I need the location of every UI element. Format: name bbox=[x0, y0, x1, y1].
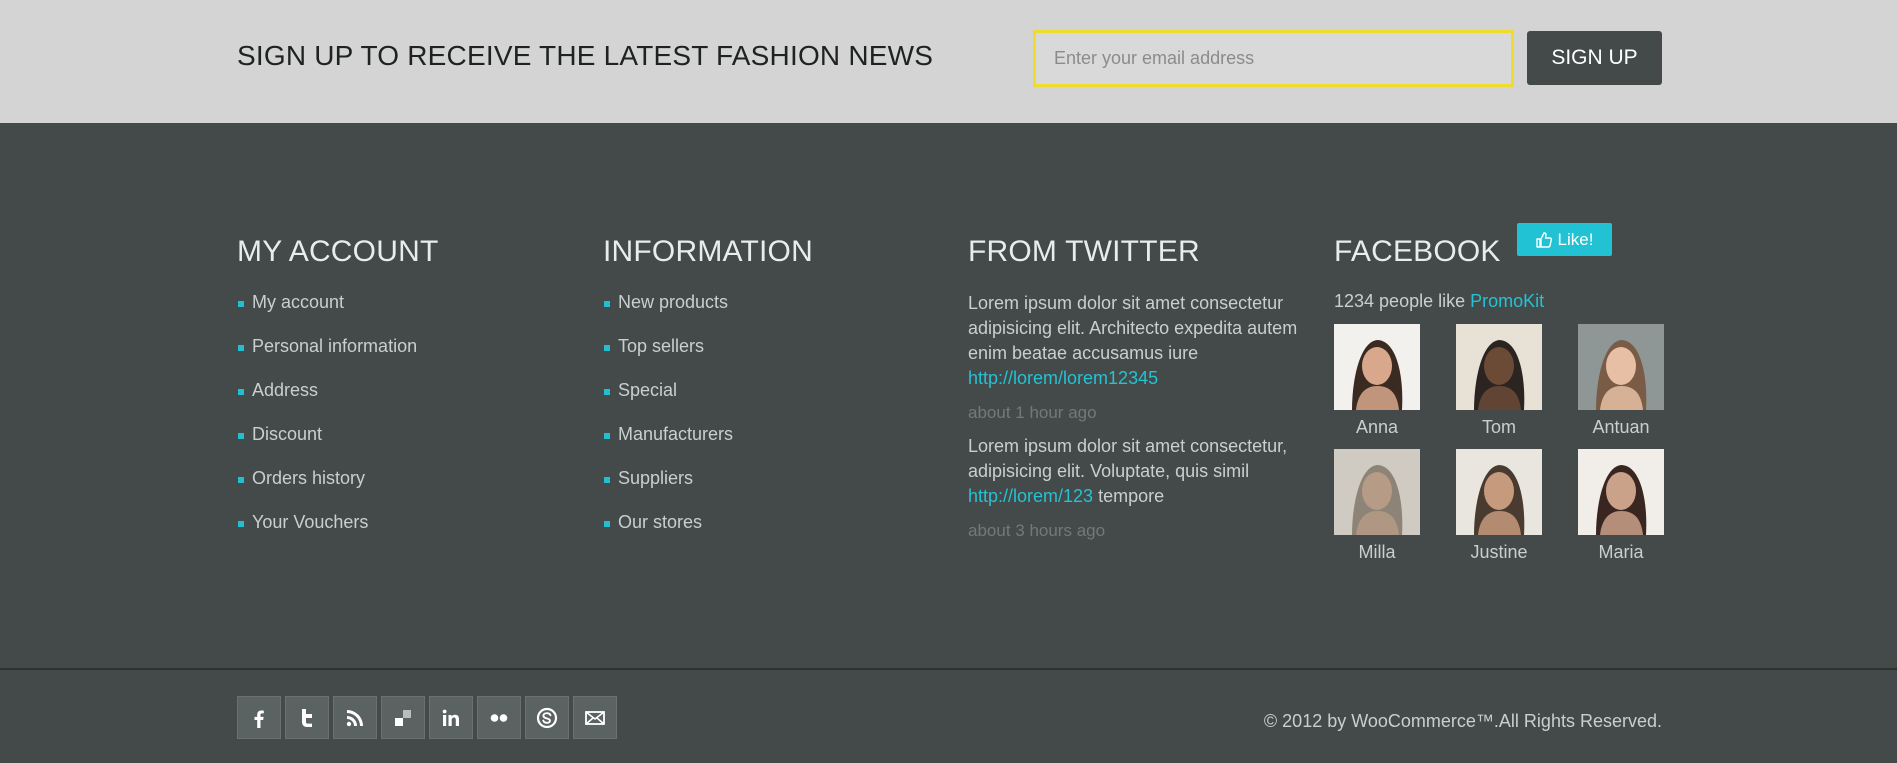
our-stores-link[interactable]: Our stores bbox=[603, 511, 813, 555]
tweet-time: about 1 hour ago bbox=[968, 403, 1097, 422]
bottom-bar: © 2012 by WooCommerce™.All Rights Reserv… bbox=[0, 670, 1897, 763]
tweet-list: Lorem ipsum dolor sit amet consectetur a… bbox=[968, 291, 1298, 541]
bullet-icon bbox=[238, 477, 244, 483]
thumbs-up-icon bbox=[1535, 231, 1552, 248]
information-list: New products Top sellers Special Manufac… bbox=[603, 291, 813, 555]
bullet-icon bbox=[604, 389, 610, 395]
suppliers-link[interactable]: Suppliers bbox=[603, 467, 813, 511]
newsletter-bar: SIGN UP TO RECEIVE THE LATEST FASHION NE… bbox=[0, 0, 1897, 123]
like-button[interactable]: Like! bbox=[1517, 223, 1612, 256]
my-account-heading: MY ACCOUNT bbox=[237, 235, 439, 268]
twitter-column: FROM TWITTER Lorem ipsum dolor sit amet … bbox=[968, 235, 1298, 552]
friend-name[interactable]: Maria bbox=[1578, 542, 1664, 563]
address-link[interactable]: Address bbox=[237, 379, 438, 423]
tweet-text: Lorem ipsum dolor sit amet consectetur, … bbox=[968, 436, 1288, 506]
special-link[interactable]: Special bbox=[603, 379, 813, 423]
friend-name[interactable]: Tom bbox=[1456, 417, 1542, 438]
twitter-icon[interactable] bbox=[285, 696, 329, 739]
tweet: Lorem ipsum dolor sit amet consectetur, … bbox=[968, 434, 1298, 541]
friend-avatar[interactable] bbox=[1334, 449, 1420, 535]
friend-avatar[interactable] bbox=[1456, 449, 1542, 535]
friend-avatar[interactable] bbox=[1578, 449, 1664, 535]
promokit-link[interactable]: PromoKit bbox=[1470, 291, 1544, 311]
footer-main: MY ACCOUNT My account Personal informati… bbox=[0, 123, 1897, 668]
friend-card[interactable]: Maria bbox=[1578, 449, 1664, 563]
friend-card[interactable]: Tom bbox=[1456, 324, 1542, 438]
linkedin-icon[interactable] bbox=[429, 696, 473, 739]
discount-link[interactable]: Discount bbox=[237, 423, 438, 467]
my-account-list: My account Personal information Address … bbox=[237, 291, 438, 555]
personal-information-link[interactable]: Personal information bbox=[237, 335, 438, 379]
friend-card[interactable]: Milla bbox=[1334, 449, 1420, 563]
bullet-icon bbox=[604, 345, 610, 351]
friend-name[interactable]: Milla bbox=[1334, 542, 1420, 563]
tweet-link[interactable]: http://lorem/123 bbox=[968, 486, 1093, 506]
bullet-icon bbox=[604, 477, 610, 483]
facebook-heading: FACEBOOK bbox=[1334, 235, 1501, 268]
friend-card[interactable]: Justine bbox=[1456, 449, 1542, 563]
newsletter-title: SIGN UP TO RECEIVE THE LATEST FASHION NE… bbox=[237, 40, 934, 71]
information-heading: INFORMATION bbox=[603, 235, 813, 268]
new-products-link[interactable]: New products bbox=[603, 291, 813, 335]
bullet-icon bbox=[604, 433, 610, 439]
tweet-link[interactable]: http://lorem/lorem12345 bbox=[968, 368, 1158, 388]
my-account-column: MY ACCOUNT My account Personal informati… bbox=[237, 235, 438, 555]
my-account-link[interactable]: My account bbox=[237, 291, 438, 335]
information-column: INFORMATION New products Top sellers Spe… bbox=[603, 235, 813, 555]
email-input[interactable] bbox=[1033, 30, 1514, 87]
flickr-icon[interactable] bbox=[477, 696, 521, 739]
friend-name[interactable]: Justine bbox=[1456, 542, 1542, 563]
friends-grid: Anna Tom Antuan Milla Justine Maria bbox=[1334, 324, 1664, 564]
delicious-icon[interactable] bbox=[381, 696, 425, 739]
friend-card[interactable]: Anna bbox=[1334, 324, 1420, 438]
friend-card[interactable]: Antuan bbox=[1578, 324, 1664, 438]
tweet-text: Lorem ipsum dolor sit amet consectetur a… bbox=[968, 293, 1298, 388]
bullet-icon bbox=[238, 389, 244, 395]
likes-count: 1234 people like PromoKit bbox=[1334, 291, 1545, 311]
friend-name[interactable]: Anna bbox=[1334, 417, 1420, 438]
facebook-icon[interactable] bbox=[237, 696, 281, 739]
bullet-icon bbox=[238, 521, 244, 527]
tweet: Lorem ipsum dolor sit amet consectetur a… bbox=[968, 291, 1298, 423]
orders-history-link[interactable]: Orders history bbox=[237, 467, 438, 511]
copyright-text: © 2012 by WooCommerce™.All Rights Reserv… bbox=[1263, 711, 1662, 731]
friend-avatar[interactable] bbox=[1456, 324, 1542, 410]
bullet-icon bbox=[604, 521, 610, 527]
social-icons bbox=[237, 696, 617, 739]
signup-button[interactable]: SIGN UP bbox=[1527, 31, 1662, 85]
friend-avatar[interactable] bbox=[1578, 324, 1664, 410]
facebook-column: FACEBOOK Like! 1234 people like PromoKit… bbox=[1334, 223, 1664, 564]
friend-name[interactable]: Antuan bbox=[1578, 417, 1664, 438]
skype-icon[interactable] bbox=[525, 696, 569, 739]
bullet-icon bbox=[238, 433, 244, 439]
top-sellers-link[interactable]: Top sellers bbox=[603, 335, 813, 379]
bullet-icon bbox=[238, 301, 244, 307]
twitter-heading: FROM TWITTER bbox=[968, 235, 1200, 268]
bullet-icon bbox=[604, 301, 610, 307]
your-vouchers-link[interactable]: Your Vouchers bbox=[237, 511, 438, 555]
manufacturers-link[interactable]: Manufacturers bbox=[603, 423, 813, 467]
like-label[interactable]: Like! bbox=[1558, 230, 1594, 250]
bullet-icon bbox=[238, 345, 244, 351]
tweet-time: about 3 hours ago bbox=[968, 521, 1106, 540]
email-icon[interactable] bbox=[573, 696, 617, 739]
friend-avatar[interactable] bbox=[1334, 324, 1420, 410]
rss-icon[interactable] bbox=[333, 696, 377, 739]
